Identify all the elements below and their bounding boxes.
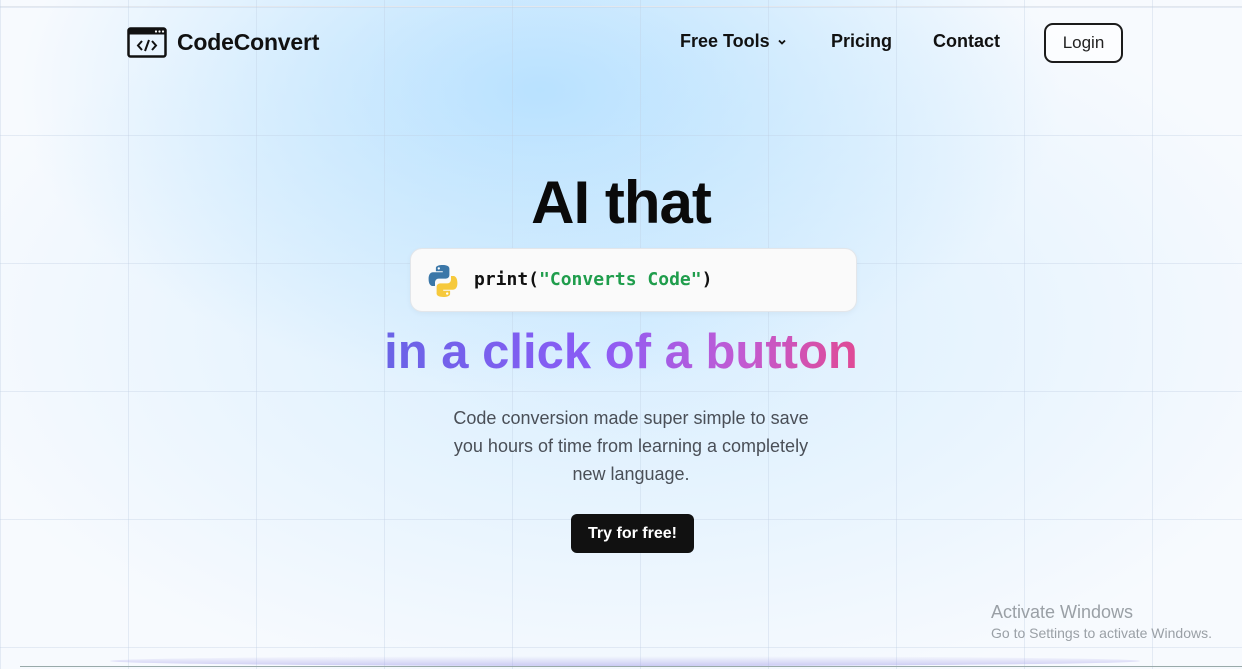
brand-logo[interactable]: CodeConvert [127,27,319,58]
code-line: print("Converts Code") [474,269,712,290]
nav-pricing[interactable]: Pricing [831,31,892,52]
code-func: print( [474,269,540,290]
hero-subtitle: in a click of a button [0,324,1242,380]
hero-title: AI that [531,169,712,236]
code-snippet-box: print("Converts Code") [410,248,857,312]
code-close: ) [701,269,713,290]
description-line: you hours of time from learning a comple… [453,436,809,456]
bottom-divider [20,666,1242,667]
nav-free-tools-label: Free Tools [680,31,770,51]
nav-pricing-label: Pricing [831,31,893,51]
top-divider [0,6,1242,7]
nav-contact-label: Contact [933,31,1000,51]
try-for-free-button[interactable]: Try for free! [571,514,694,553]
chevron-down-icon [778,39,786,45]
brand-name: CodeConvert [177,29,320,55]
watermark-subtitle: Go to Settings to activate Windows. [991,625,1212,641]
python-icon [428,265,458,297]
windows-activation-watermark: Activate Windows Go to Settings to activ… [991,602,1212,641]
hero-subtitle-text: in a click of a button [384,325,858,379]
page: CodeConvert Free Tools Pricing Contact L… [0,0,1242,669]
code-string: "Converts Code" [539,269,702,290]
nav-free-tools[interactable]: Free Tools [680,31,787,52]
code-window-icon [127,27,167,58]
bottom-glow [110,656,1140,666]
watermark-title: Activate Windows [991,602,1134,622]
hero-description: Code conversion made super simple to sav… [421,404,841,488]
description-line: new language. [572,464,690,484]
nav-contact[interactable]: Contact [933,31,1000,52]
description-line: Code conversion made super simple to sav… [453,408,809,428]
login-button[interactable]: Login [1044,23,1123,63]
